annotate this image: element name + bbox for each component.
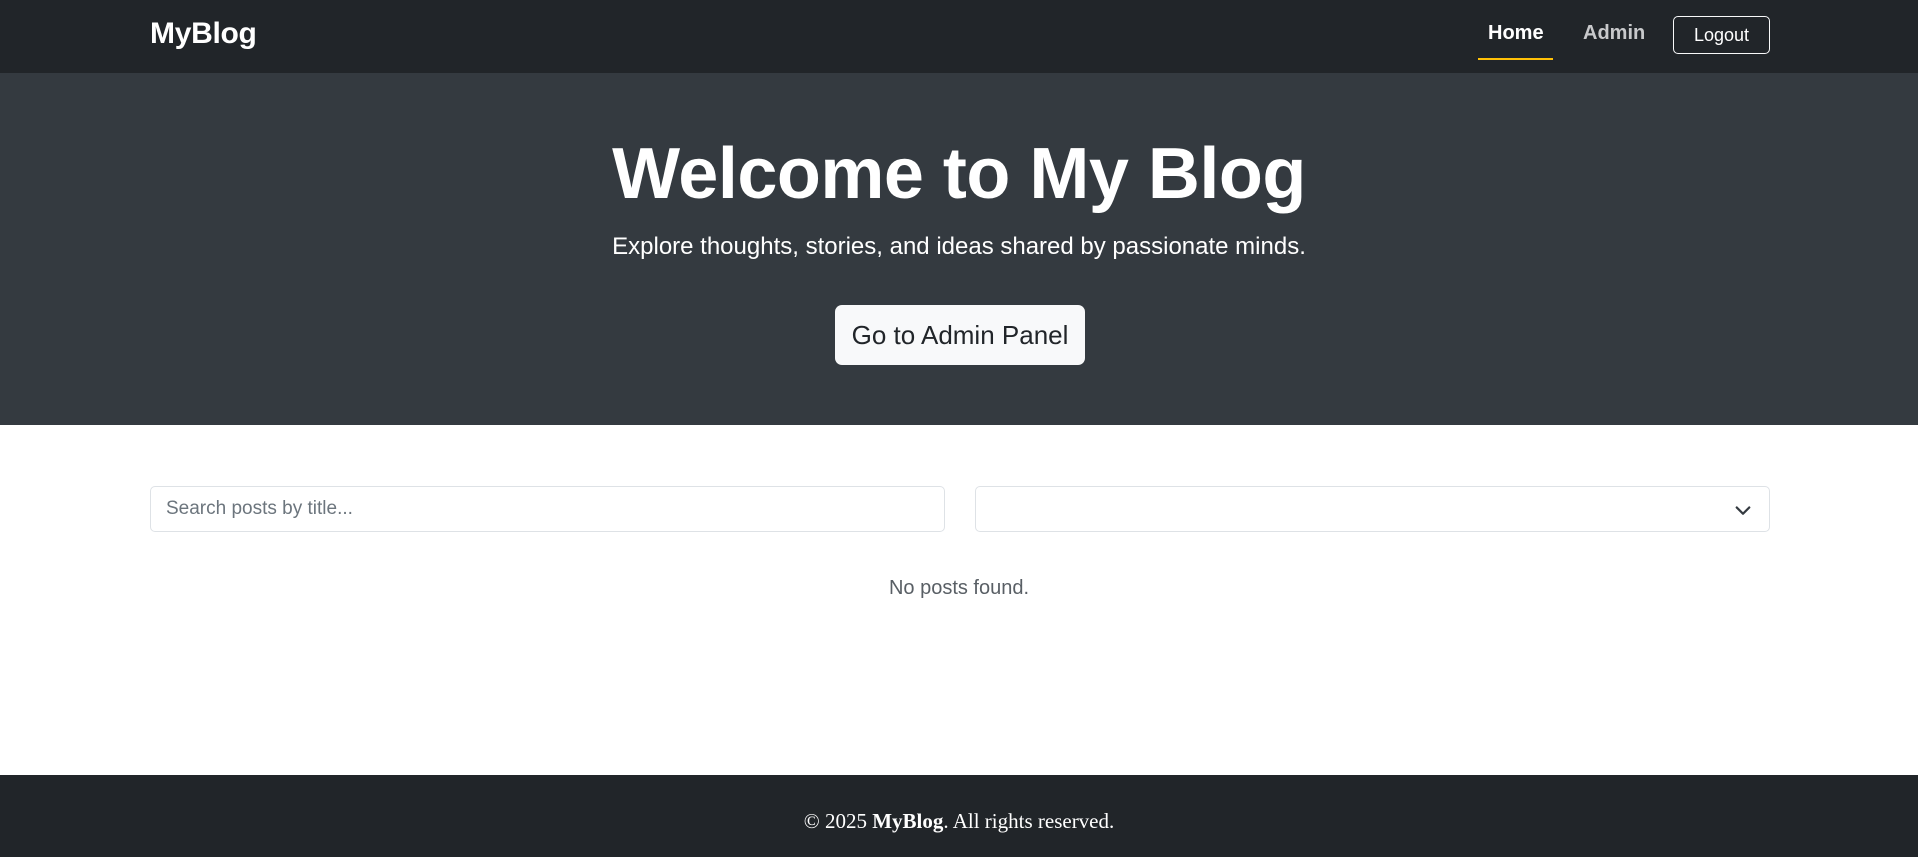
go-to-admin-panel-button[interactable]: Go to Admin Panel	[835, 305, 1085, 365]
hero-section: Welcome to My Blog Explore thoughts, sto…	[0, 73, 1918, 425]
active-nav-indicator	[1478, 58, 1553, 60]
logout-button[interactable]: Logout	[1673, 16, 1770, 54]
navbar: MyBlog Home Admin Logout	[0, 0, 1918, 73]
hero-subtitle: Explore thoughts, stories, and ideas sha…	[612, 233, 1306, 260]
search-input[interactable]	[150, 486, 945, 532]
nav-link-home[interactable]: Home	[1488, 22, 1544, 45]
no-posts-message: No posts found.	[888, 577, 1030, 599]
chevron-down-icon	[1735, 506, 1751, 515]
brand-logo[interactable]: MyBlog	[150, 17, 257, 51]
footer: © 2025 MyBlog. All rights reserved.	[0, 775, 1918, 857]
hero-title: Welcome to My Blog	[612, 134, 1306, 214]
footer-copyright-suffix: . All rights reserved.	[943, 809, 1115, 833]
footer-brand: MyBlog	[872, 809, 944, 833]
nav-link-admin[interactable]: Admin	[1583, 22, 1645, 45]
footer-copyright: © 2025 MyBlog. All rights reserved.	[0, 809, 1918, 834]
category-select[interactable]	[975, 486, 1770, 532]
footer-copyright-prefix: © 2025	[803, 809, 873, 833]
